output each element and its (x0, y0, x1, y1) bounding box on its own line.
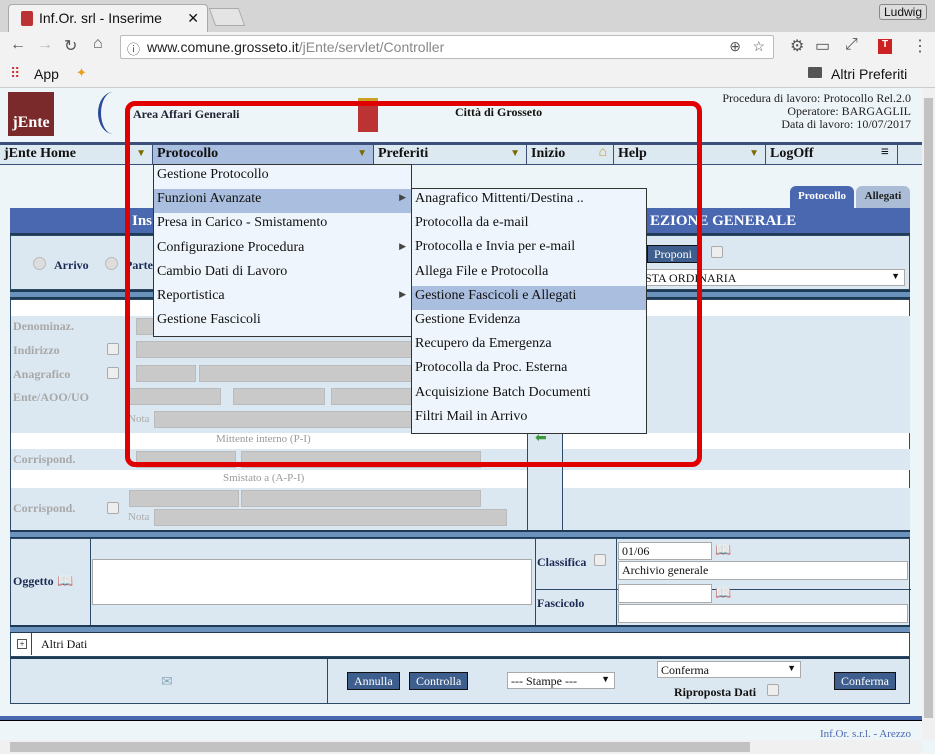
area-logo-icon (98, 92, 128, 134)
url-host: www.comune.grosseto.it (147, 39, 299, 55)
extension-gear-icon[interactable]: ⚙ (790, 36, 804, 56)
zoom-icon[interactable]: ⊕ (729, 38, 741, 55)
book-icon[interactable]: 📖 (57, 573, 73, 589)
select-arrow-icon: ▼ (891, 271, 900, 281)
stampe-value: --- Stampe --- (511, 674, 577, 688)
smistato-nota-input[interactable] (154, 509, 507, 526)
info-icon[interactable]: ⓘ (127, 39, 140, 58)
star-icon[interactable]: ☆ (752, 38, 765, 55)
expand-plus-icon[interactable]: + (17, 639, 27, 649)
label-arrivo: Arrivo (54, 258, 89, 272)
nav-label: LogOff (770, 146, 814, 161)
footer-text[interactable]: Inf.Or. s.r.l. - Arezzo (820, 728, 911, 740)
radio-partenza[interactable] (105, 257, 118, 270)
label-riproposta: Riproposta Dati (674, 685, 757, 699)
label-corrispond: Corrispond. (13, 452, 76, 466)
bookmarks-bar: ⠿ App ✦ Altri Preferiti (0, 62, 935, 88)
book-icon[interactable]: 📖 (715, 585, 731, 601)
smistato-checkbox[interactable] (107, 502, 119, 514)
label-nota-smistato: Nota (128, 511, 150, 523)
label-fascicolo: Fascicolo (537, 596, 585, 610)
conferma-select[interactable]: Conferma ▼ (657, 661, 801, 678)
home-icon[interactable]: ⌂ (93, 35, 103, 53)
action-row: ✉ Annulla Controlla --- Stampe --- ▼ Conf… (10, 657, 910, 704)
url-path: /jEnte/servlet/Controller (298, 39, 445, 55)
mail-icon[interactable]: ✉ (161, 674, 173, 691)
apps-icon: ⠿ (10, 65, 21, 81)
dropdown-triangle-icon: ▼ (749, 148, 759, 159)
apps-bookmark[interactable]: App (34, 66, 59, 82)
label-corrispond-smistato: Corrispond. (13, 501, 76, 515)
smistato-input[interactable] (241, 490, 481, 507)
extension-t-icon[interactable]: T (878, 39, 892, 54)
label-classifica: Classifica (537, 555, 587, 569)
classifica-checkbox[interactable] (594, 554, 606, 566)
classifica-desc-input[interactable]: Archivio generale (618, 561, 908, 580)
nav-logoff[interactable]: LogOff ≡ (766, 145, 898, 164)
label-indirizzo: Indirizzo (13, 343, 60, 357)
work-date-text: Data di lavoro: 10/07/2017 (781, 117, 911, 131)
hamburger-icon[interactable]: ≡ (881, 145, 889, 161)
stampe-select[interactable]: --- Stampe --- ▼ (507, 672, 615, 689)
folder-icon (808, 67, 822, 78)
extension-screen-icon[interactable]: ▭ (815, 36, 830, 56)
browser-tab[interactable]: Inf.Or. srl - Inserime ✕ (8, 4, 208, 32)
label-ente: Ente/AOO/UO (13, 390, 90, 404)
tab-protocollo[interactable]: Protocollo (790, 186, 854, 208)
browser-tab-bar: Inf.Or. srl - Inserime ✕ Ludwig (0, 0, 935, 32)
close-tab-icon[interactable]: ✕ (187, 10, 199, 27)
extension-resize-icon[interactable]: ⤢ (845, 36, 858, 54)
indirizzo-checkbox[interactable] (107, 343, 119, 355)
controlla-button[interactable]: Controlla (409, 672, 469, 690)
altri-dati-label: Altri Dati (41, 637, 88, 651)
photos-icon[interactable]: ✦ (76, 65, 87, 81)
label-anagrafico: Anagrafico (13, 367, 71, 381)
altri-dati-row[interactable]: + Altri Dati (10, 633, 910, 657)
jente-logo: jEnte (8, 92, 54, 136)
reload-icon[interactable]: ↻ (64, 36, 77, 56)
riproposta-checkbox[interactable] (767, 684, 779, 696)
book-icon[interactable]: 📖 (715, 542, 731, 558)
fascicolo-code-input[interactable] (618, 584, 712, 603)
label-smistato: Smistato a (A-P-I) (223, 472, 305, 484)
other-bookmarks[interactable]: Altri Preferiti (831, 66, 907, 82)
classifica-code-input[interactable]: 01/06 (618, 542, 712, 560)
radio-arrivo[interactable] (33, 257, 46, 270)
label-denominaz: Denominaz. (13, 319, 74, 333)
profile-button[interactable]: Ludwig (878, 4, 927, 20)
anagrafico-checkbox[interactable] (107, 367, 119, 379)
smistato-code-input[interactable] (129, 490, 239, 507)
oggetto-section: Oggetto 📖 Classifica 01/06 📖 Archivio ge… (10, 538, 911, 626)
new-tab-button[interactable] (208, 8, 246, 26)
horizontal-scrollbar[interactable] (0, 740, 922, 754)
forward-icon[interactable]: → (37, 36, 53, 54)
highlight-rectangle (125, 101, 702, 467)
label-oggetto: Oggetto (13, 574, 54, 588)
select-arrow-icon: ▼ (601, 674, 610, 684)
tab-title: Inf.Or. srl - Inserime (39, 10, 162, 26)
proponi-checkbox[interactable] (711, 246, 723, 258)
conferma-button[interactable]: Conferma (834, 672, 896, 690)
address-bar[interactable]: ⓘ www.comune.grosseto.it/jEnte/servlet/C… (120, 35, 774, 59)
conferma-select-value: Conferma (661, 663, 709, 677)
vertical-scrollbar[interactable] (922, 88, 935, 740)
nav-label: jEnte Home (4, 146, 76, 161)
back-icon[interactable]: ← (10, 36, 26, 54)
annulla-button[interactable]: Annulla (347, 672, 400, 690)
fascicolo-desc-input[interactable] (618, 604, 908, 623)
footer-line (0, 716, 922, 721)
menu-icon[interactable]: ⋮ (912, 36, 928, 56)
tab-allegati[interactable]: Allegati (856, 186, 910, 208)
oggetto-textarea[interactable] (92, 559, 532, 605)
favicon-icon (21, 11, 33, 26)
logo-text: jEnte (12, 114, 50, 131)
select-arrow-icon: ▼ (787, 663, 796, 673)
work-info: Procedura di lavoro: Protocollo Rel.2.0 … (722, 92, 911, 131)
